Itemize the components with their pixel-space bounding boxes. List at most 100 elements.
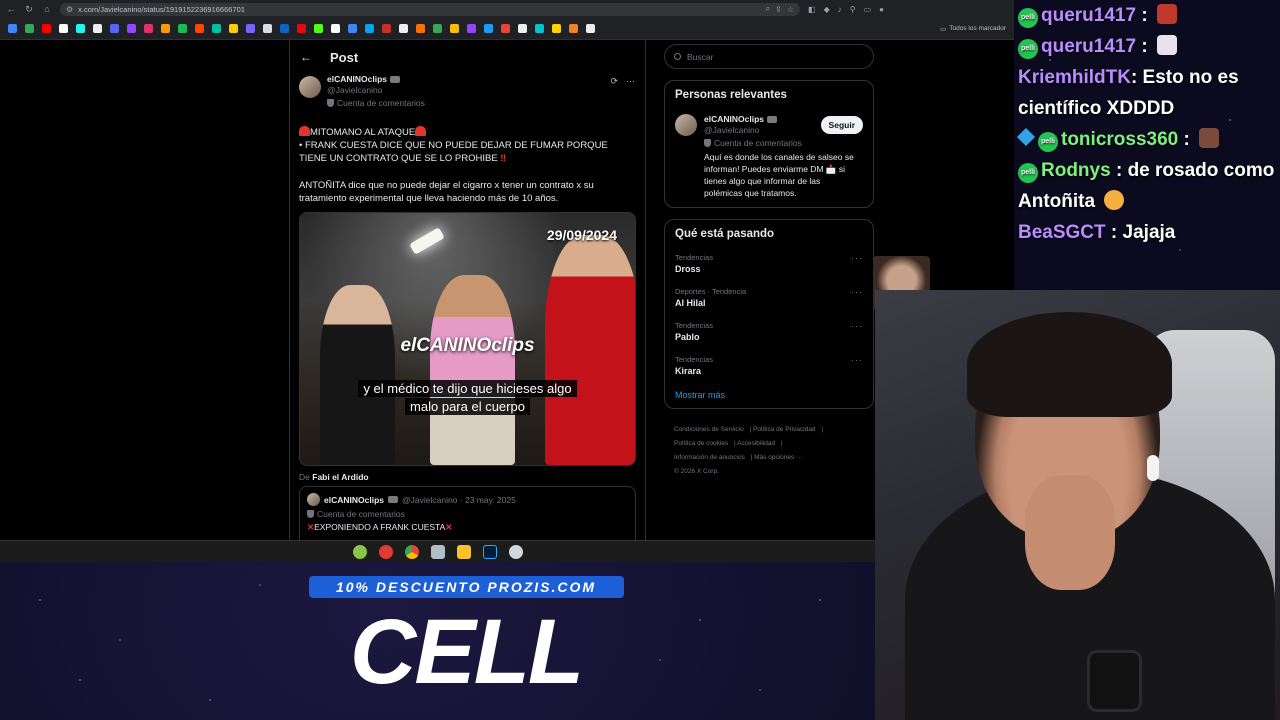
bookmark-icon[interactable] — [416, 24, 425, 33]
subtitle-line1: y el médico te dijo que hicieses algo — [358, 380, 577, 397]
more-options-link[interactable]: Más opciones ··· — [754, 454, 802, 461]
emote-icon — [1199, 128, 1220, 148]
bookmark-icon[interactable] — [501, 24, 510, 33]
bookmark-icon[interactable] — [331, 24, 340, 33]
bookmark-icon[interactable] — [297, 24, 306, 33]
more-options-icon[interactable]: ··· — [851, 287, 863, 297]
source-name-link[interactable]: Fabi el Ardido — [312, 472, 368, 482]
bookmark-icon[interactable] — [518, 24, 527, 33]
avatar[interactable] — [299, 76, 321, 98]
trend-name: Al Hilal — [675, 298, 706, 308]
profile-avatar-icon[interactable]: ● — [879, 5, 884, 14]
bookmark-icon[interactable] — [433, 24, 442, 33]
bookmark-icon[interactable] — [246, 24, 255, 33]
bookmark-icon[interactable] — [195, 24, 204, 33]
bookmark-icon[interactable] — [178, 24, 187, 33]
post-body: MITOMANO AL ATAQUE • FRANK CUESTA DICE Q… — [290, 126, 645, 205]
reload-icon[interactable]: ↻ — [24, 4, 34, 15]
obs-icon[interactable] — [378, 544, 393, 559]
bookmark-icon[interactable] — [450, 24, 459, 33]
bookmark-icon[interactable] — [314, 24, 323, 33]
bookmark-icon[interactable] — [212, 24, 221, 33]
show-more-link[interactable]: Mostrar más — [675, 390, 863, 400]
more-options-icon[interactable]: ··· — [851, 253, 863, 263]
trend-item[interactable]: Tendencias Pablo ··· — [675, 321, 863, 342]
bookmark-icon[interactable] — [110, 24, 119, 33]
bookmark-icon[interactable] — [263, 24, 272, 33]
bookmark-icon[interactable] — [535, 24, 544, 33]
back-arrow-icon[interactable]: ← — [300, 50, 312, 64]
trend-item[interactable]: Tendencias Dross ··· — [675, 253, 863, 274]
search-input[interactable] — [687, 51, 847, 62]
bookmark-icon[interactable] — [127, 24, 136, 33]
share-icon[interactable]: ⇪ — [775, 5, 782, 14]
bookmark-icon[interactable] — [484, 24, 493, 33]
zoom-icon[interactable]: ⌕ — [766, 4, 770, 14]
bookmark-icon[interactable] — [42, 24, 51, 33]
bookmark-icon[interactable] — [365, 24, 374, 33]
bookmark-icon[interactable] — [59, 24, 68, 33]
photoshop-icon[interactable] — [482, 544, 497, 559]
avatar — [307, 493, 320, 506]
quoted-post[interactable]: elCANINOclips @Javielcanino · 23 may. 20… — [299, 486, 636, 540]
streamer-hand — [1025, 475, 1115, 590]
author-handle[interactable]: @Javielcanino — [327, 85, 425, 95]
site-info-icon[interactable]: ⚙ — [66, 5, 73, 14]
extension-icon[interactable]: ♪ — [838, 5, 842, 14]
extension-icon[interactable]: ◧ — [808, 5, 816, 14]
bookmark-icon[interactable] — [569, 24, 578, 33]
extension-icon[interactable]: ◆ — [824, 5, 830, 14]
emote-icon — [1156, 35, 1177, 55]
bookmarks-bar: ▭ Todos los marcador — [0, 18, 1014, 40]
subtitle-line2: malo para el cuerpo — [405, 398, 530, 415]
trend-item[interactable]: Tendencias Kirara ··· — [675, 355, 863, 376]
privacy-link[interactable]: Política de Privacidad — [753, 426, 816, 433]
post-video[interactable]: 29/09/2024 elCANINOclips y el médico te … — [299, 212, 636, 466]
bookmark-icon[interactable] — [8, 24, 17, 33]
app-icon[interactable] — [508, 544, 523, 559]
address-bar[interactable]: ⚙ x.com/Javielcanino/status/191915223691… — [60, 2, 800, 16]
author-name-link[interactable]: elCANINOclips — [327, 74, 425, 84]
trend-name: Pablo — [675, 332, 700, 342]
home-icon[interactable]: ⌂ — [42, 4, 52, 14]
chat-message: KriemhildTK: Esto no es científico XDDDD — [1018, 62, 1280, 124]
ads-info-link[interactable]: Información de anuncios — [674, 454, 745, 461]
chrome-icon[interactable] — [404, 544, 419, 559]
bookmark-icon[interactable] — [467, 24, 476, 33]
grok-icon[interactable]: ⟳ — [610, 76, 618, 87]
bookmark-icon[interactable] — [382, 24, 391, 33]
bookmark-icon[interactable] — [229, 24, 238, 33]
bookmark-icon[interactable] — [552, 24, 561, 33]
star-icon[interactable]: ☆ — [787, 5, 794, 14]
shield-icon — [327, 99, 334, 107]
shield-icon — [307, 510, 314, 518]
avatar[interactable] — [675, 114, 697, 136]
back-nav-icon[interactable]: ← — [6, 4, 16, 14]
folder-icon[interactable] — [456, 544, 471, 559]
extensions-puzzle-icon[interactable]: ⚲ — [850, 5, 856, 14]
bookmark-icon[interactable] — [586, 24, 595, 33]
bookmark-icon[interactable] — [93, 24, 102, 33]
all-bookmarks-folder[interactable]: ▭ Todos los marcador — [940, 25, 1006, 33]
app-icon[interactable] — [352, 544, 367, 559]
bookmark-icon[interactable] — [399, 24, 408, 33]
bookmark-icon[interactable] — [161, 24, 170, 33]
more-options-icon[interactable]: ··· — [851, 321, 863, 331]
siren-emoji-icon — [415, 126, 427, 136]
cookies-link[interactable]: Política de cookies — [674, 440, 728, 447]
bookmark-icon[interactable] — [348, 24, 357, 33]
relevant-person[interactable]: elCANINOclips @Javielcanino Cuenta de co… — [675, 114, 863, 199]
app-icon[interactable] — [430, 544, 445, 559]
more-options-icon[interactable]: ··· — [851, 355, 863, 365]
accessibility-link[interactable]: Accesibilidad — [737, 440, 775, 447]
trend-item[interactable]: Deportes · Tendencia Al Hilal ··· — [675, 287, 863, 308]
bookmark-icon[interactable] — [280, 24, 289, 33]
bookmark-icon[interactable] — [144, 24, 153, 33]
follow-button[interactable]: Seguir — [820, 116, 863, 134]
bookmark-icon[interactable] — [25, 24, 34, 33]
bookmark-icon[interactable] — [76, 24, 85, 33]
terms-link[interactable]: Condiciones de Servicio — [674, 426, 744, 433]
more-options-icon[interactable]: ··· — [626, 76, 635, 87]
x-post-page: ← Post elCANINOclips @Javielcanino Cuent… — [0, 40, 1014, 540]
sidebar-icon[interactable]: ▭ — [864, 5, 872, 14]
